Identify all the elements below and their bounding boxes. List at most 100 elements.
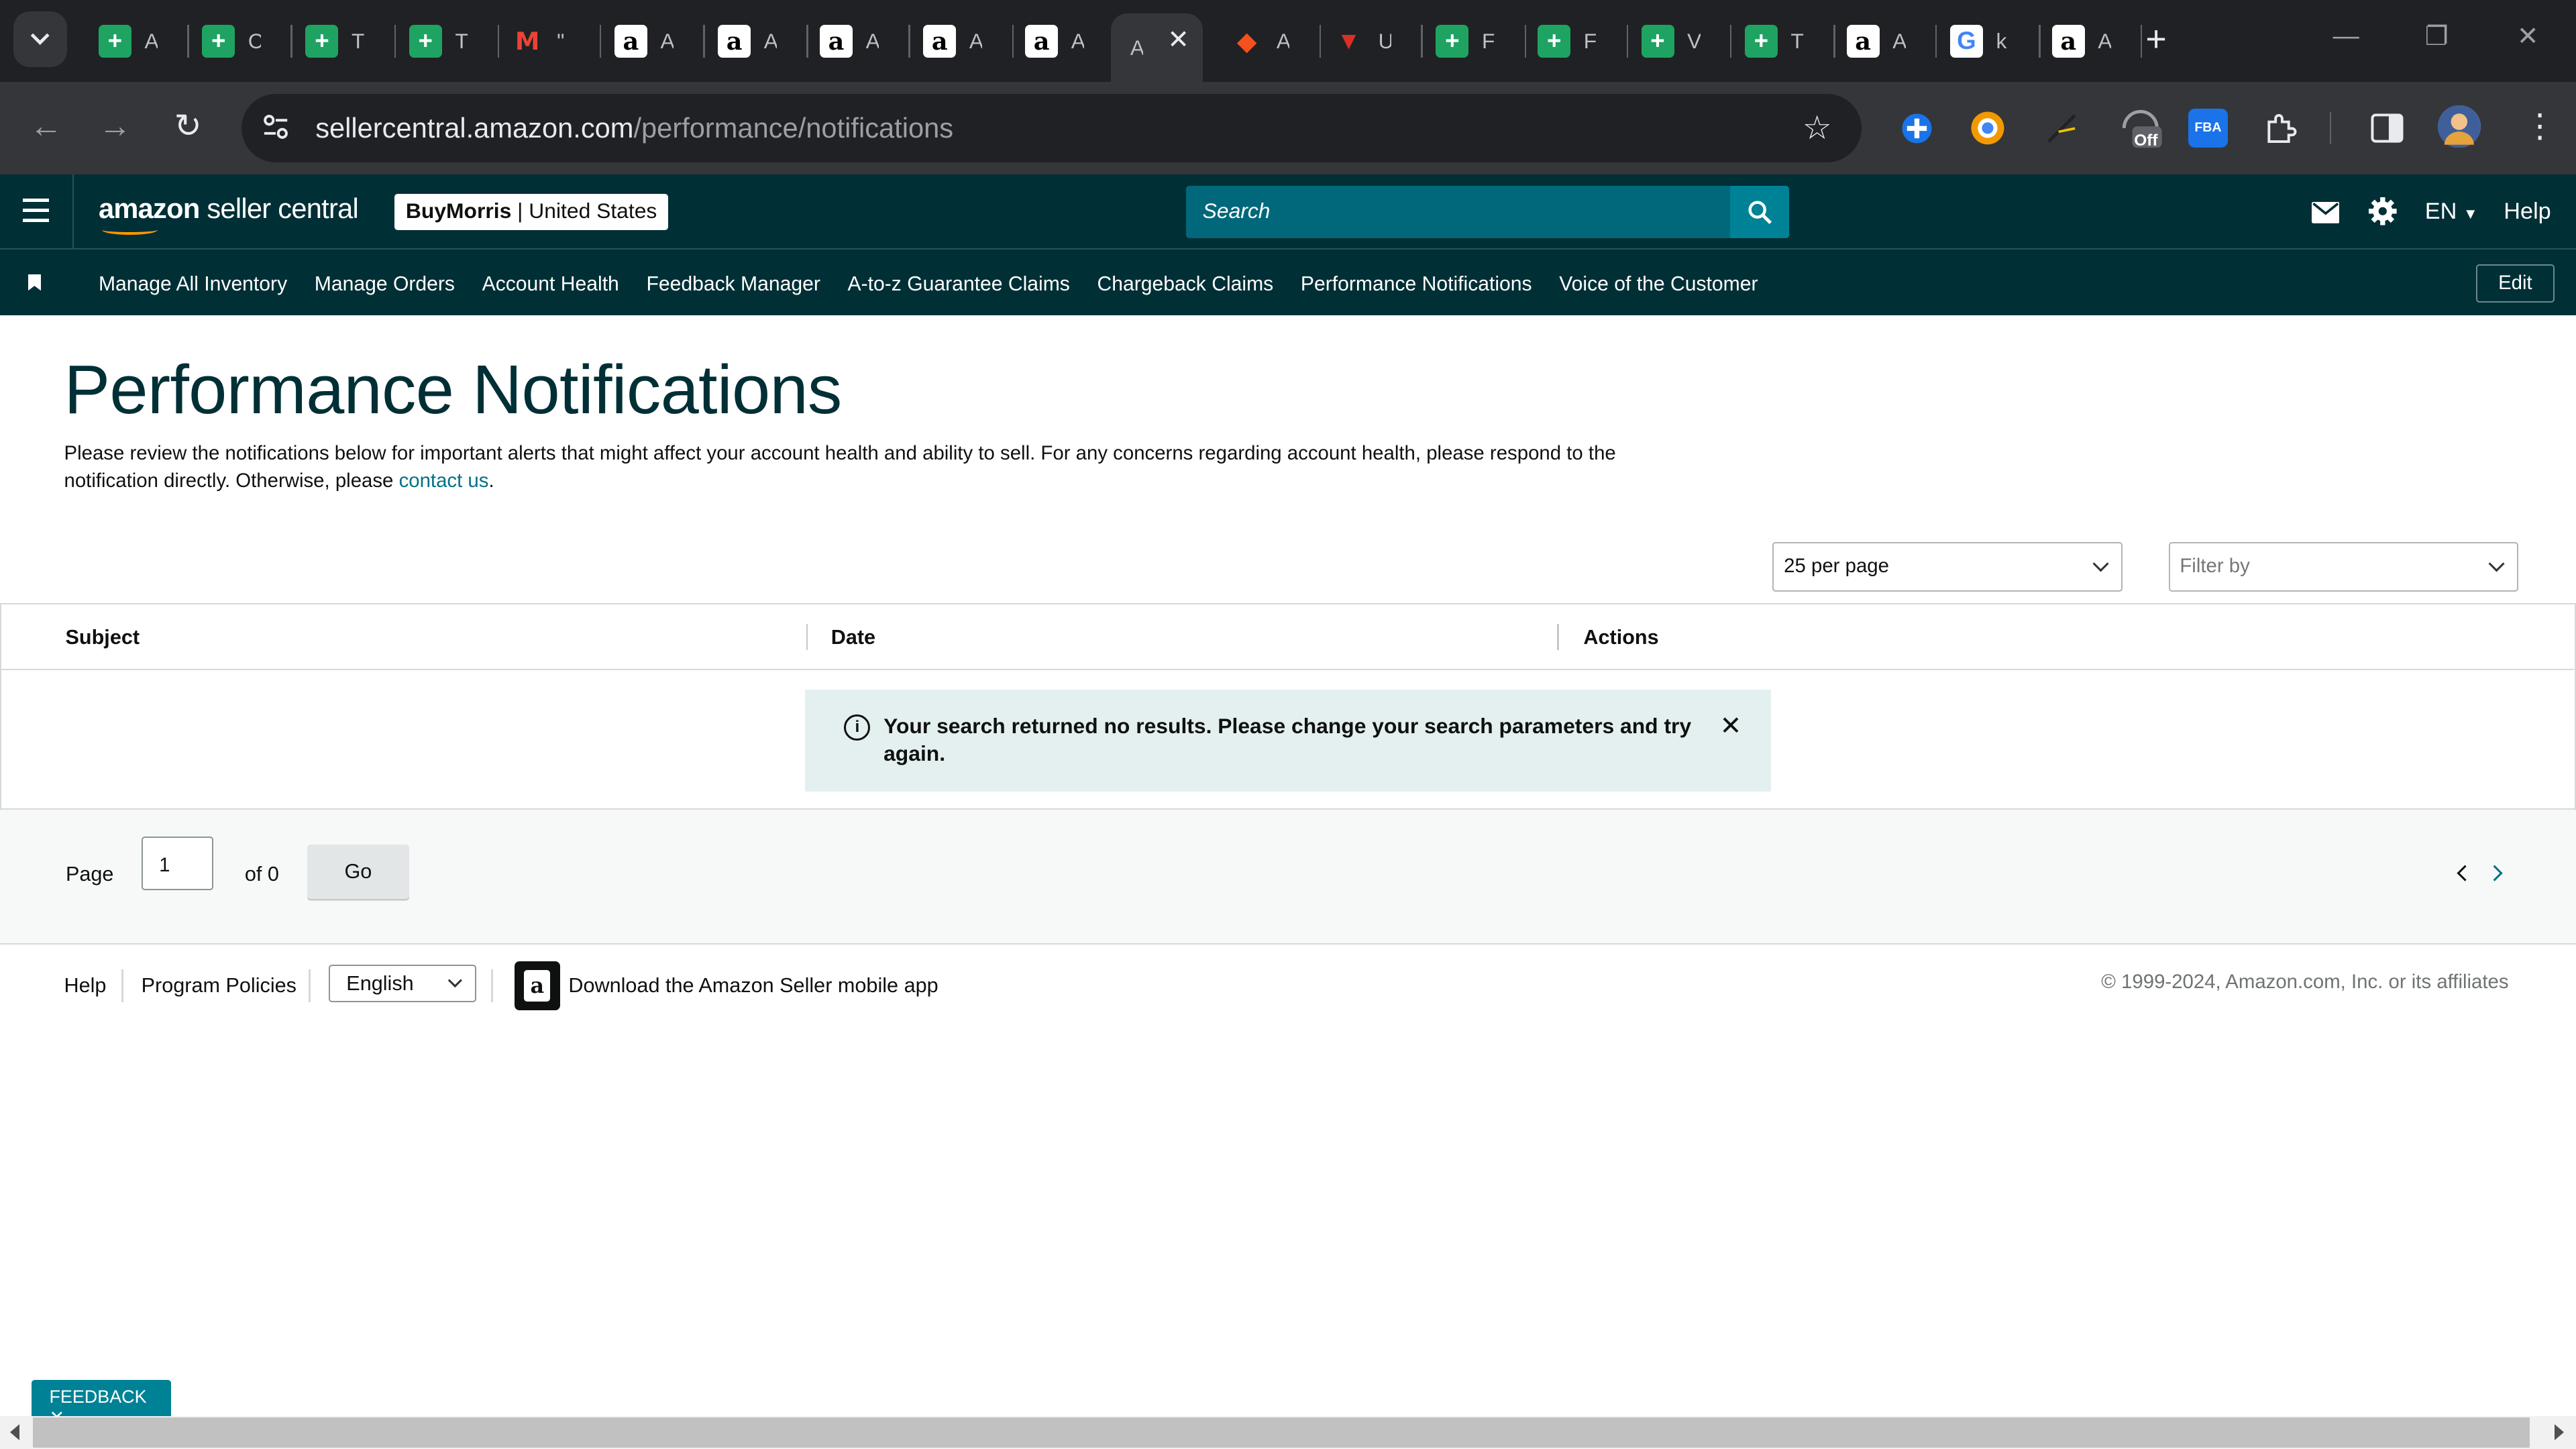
browser-tab[interactable]: + T <box>402 13 494 69</box>
fba-extension-icon[interactable]: FBA <box>2188 108 2228 148</box>
browser-tab[interactable]: aA <box>1018 13 1110 69</box>
extension-off-icon[interactable]: Off <box>2116 109 2165 150</box>
scroll-left-arrow[interactable] <box>10 1424 19 1441</box>
tab-title: k <box>1996 28 2007 53</box>
address-bar[interactable]: sellercentral.amazon.com/performance/not… <box>241 93 1862 163</box>
go-button[interactable]: Go <box>307 844 409 899</box>
tab-title: C <box>248 29 262 54</box>
footer-help-link[interactable]: Help <box>64 974 107 998</box>
tab-separator <box>908 24 910 58</box>
nav-link-a-to-z-guarantee-claims[interactable]: A-to-z Guarantee Claims <box>848 273 1070 296</box>
tab-separator <box>1319 24 1321 58</box>
filter-by-select[interactable]: Filter by <box>2168 542 2519 592</box>
browser-tab[interactable]: + F <box>1531 13 1623 69</box>
amazon-app-icon[interactable]: a <box>514 961 561 1011</box>
browser-tab[interactable]: aA <box>813 13 905 69</box>
page-number-input[interactable]: 1 <box>141 836 214 891</box>
tab-separator <box>1729 24 1732 58</box>
page-title: Performance Notifications <box>64 350 843 428</box>
feedback-button[interactable]: FEEDBACK ✕ <box>31 1380 171 1428</box>
horizontal-scrollbar[interactable] <box>0 1416 2576 1449</box>
nav-link-manage-orders[interactable]: Manage Orders <box>315 273 455 296</box>
chrome-menu-icon[interactable]: ⋮ <box>2524 108 2557 145</box>
side-panel-icon[interactable] <box>2367 109 2407 148</box>
page-label: Page <box>65 862 114 885</box>
page-footer: Help Program Policies English a Download… <box>0 947 2576 1028</box>
bookmark-star-icon[interactable]: ☆ <box>1803 109 1832 147</box>
tab-search-button[interactable] <box>13 11 68 68</box>
store-switcher[interactable]: BuyMorris | United States <box>394 193 669 230</box>
header-divider <box>72 174 74 250</box>
scrollbar-thumb[interactable] <box>32 1417 2530 1448</box>
messages-icon[interactable] <box>2311 201 2340 230</box>
profile-avatar[interactable] <box>2438 105 2481 148</box>
seller-central-logo[interactable]: amazon seller central <box>99 193 359 225</box>
header-help-link[interactable]: Help <box>2504 199 2551 225</box>
forward-button[interactable]: → <box>99 108 131 145</box>
browser-tab[interactable]: aA <box>2045 13 2137 69</box>
bookmark-icon[interactable] <box>28 274 42 291</box>
extension-orange-icon[interactable] <box>1968 109 2008 148</box>
browser-tab[interactable]: aA <box>711 13 803 69</box>
nav-link-manage-all-inventory[interactable]: Manage All Inventory <box>99 273 287 296</box>
header-search-input[interactable]: Search <box>1186 185 1730 239</box>
next-page-icon[interactable] <box>2486 865 2503 881</box>
browser-tab[interactable]: Gk <box>1943 13 2035 69</box>
download-app-link[interactable]: Download the Amazon Seller mobile app <box>568 974 938 998</box>
browser-tab[interactable]: ▼U <box>1326 13 1417 69</box>
extension-badge: Off <box>2134 131 2158 150</box>
chevron-down-icon <box>448 973 463 987</box>
browser-tab[interactable]: aA <box>1840 13 1932 69</box>
browser-tab[interactable]: +C <box>195 13 287 69</box>
nav-link-voice-of-the-customer[interactable]: Voice of the Customer <box>1559 273 1758 296</box>
browser-tab[interactable]: + F <box>1430 13 1521 69</box>
settings-gear-icon[interactable] <box>2369 197 2398 232</box>
close-tab-icon[interactable]: ✕ <box>1167 25 1189 55</box>
browser-tab[interactable]: M " <box>504 13 596 69</box>
browser-toolbar: ← → ↻ sellercentral.amazon.com/performan… <box>0 82 2576 174</box>
browser-tab[interactable]: ◆ A <box>1224 13 1316 69</box>
nav-link-performance-notifications[interactable]: Performance Notifications <box>1301 273 1532 296</box>
column-header-subject[interactable]: Subject <box>66 626 140 649</box>
sheets-icon: + <box>1538 24 1571 58</box>
browser-tab[interactable]: A ✕ <box>1110 13 1203 83</box>
scroll-right-arrow[interactable] <box>2555 1424 2564 1441</box>
extension-plus-icon[interactable] <box>1898 109 1937 148</box>
footer-language-select[interactable]: English <box>328 964 477 1002</box>
new-tab-button[interactable]: + <box>2145 21 2166 58</box>
back-button[interactable]: ← <box>30 108 62 145</box>
column-header-actions: Actions <box>1583 625 1659 649</box>
program-policies-link[interactable]: Program Policies <box>142 974 297 998</box>
browser-tab[interactable]: + T <box>299 13 391 69</box>
nav-link-feedback-manager[interactable]: Feedback Manager <box>646 273 820 296</box>
edit-nav-button[interactable]: Edit <box>2475 264 2555 303</box>
browser-tab[interactable]: aA <box>917 13 1009 69</box>
nav-link-account-health[interactable]: Account Health <box>482 273 619 296</box>
fba-label: FBA <box>2194 120 2222 136</box>
browser-tab[interactable]: + T <box>1738 13 1830 69</box>
language-selector[interactable]: EN ▼ <box>2425 199 2478 225</box>
per-page-select[interactable]: 25 per page <box>1772 542 2123 592</box>
extensions-puzzle-icon[interactable] <box>2261 109 2300 148</box>
tab-separator <box>1626 24 1628 58</box>
nav-link-chargeback-claims[interactable]: Chargeback Claims <box>1097 273 1274 296</box>
browser-tab[interactable]: + A <box>92 13 184 69</box>
close-icon[interactable]: ✕ <box>1720 711 1742 741</box>
previous-page-icon[interactable] <box>2457 865 2473 881</box>
restore-icon[interactable]: ❐ <box>2425 21 2449 52</box>
contact-us-link[interactable]: contact us <box>399 470 489 492</box>
tab-separator <box>599 24 602 58</box>
amazon-icon: a <box>614 24 647 58</box>
reload-button[interactable]: ↻ <box>174 108 202 145</box>
browser-tab[interactable]: + V <box>1635 13 1727 69</box>
tab-separator <box>2141 24 2143 58</box>
close-window-icon[interactable]: ✕ <box>2517 21 2539 52</box>
browser-tab[interactable]: aA <box>608 13 700 69</box>
site-settings-icon[interactable] <box>261 112 294 145</box>
minimize-icon[interactable]: — <box>2333 21 2359 51</box>
column-header-date[interactable]: Date <box>831 626 875 649</box>
extension-feather-icon[interactable] <box>2042 109 2082 148</box>
header-search-button[interactable] <box>1729 185 1789 239</box>
hamburger-menu-icon[interactable] <box>23 199 50 228</box>
bookmark-nav-bar: Manage All Inventory Manage Orders Account… <box>0 250 2576 316</box>
